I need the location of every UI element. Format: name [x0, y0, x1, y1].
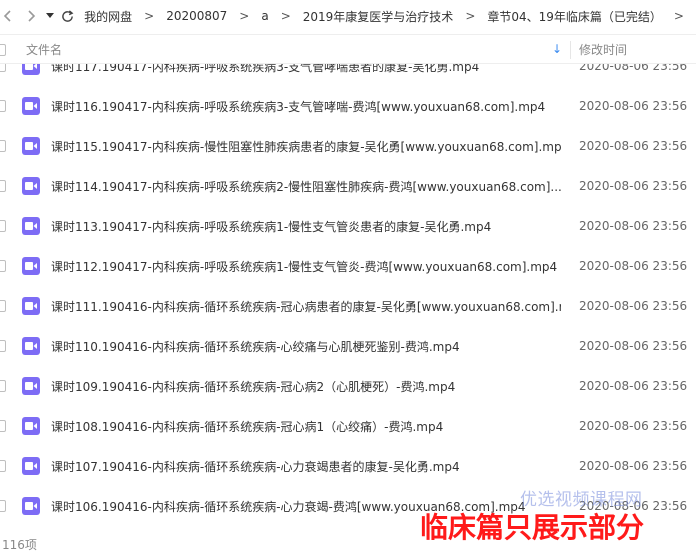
- row-checkbox[interactable]: [0, 64, 6, 72]
- column-divider[interactable]: [570, 41, 571, 59]
- breadcrumb: 我的网盘 > 20200807 > a > 2019年康复医学与治疗技术 > 章…: [84, 8, 696, 25]
- video-file-icon: [22, 417, 40, 435]
- file-row[interactable]: 课时115.190417-内科疾病-慢性阻塞性肺疾病患者的康复-吴化勇[www.…: [0, 126, 696, 166]
- video-file-icon: [22, 257, 40, 275]
- row-checkbox[interactable]: [0, 180, 6, 192]
- row-checkbox[interactable]: [0, 100, 6, 112]
- toolbar: 我的网盘 > 20200807 > a > 2019年康复医学与治疗技术 > 章…: [0, 0, 696, 32]
- file-modified-date: 2020-08-06 23:56: [579, 99, 688, 113]
- row-checkbox[interactable]: [0, 300, 6, 312]
- breadcrumb-item[interactable]: 章节04、19年临床篇（已完结）: [487, 8, 662, 25]
- file-list: 课时117.190417-内科疾病-呼吸系统疾病3-支气管哮喘患者的康复-吴化勇…: [0, 64, 696, 526]
- file-row[interactable]: 课时110.190416-内科疾病-循环系统疾病-心绞痛与心肌梗死鉴别-费鸿.m…: [0, 326, 696, 366]
- file-row[interactable]: 课时116.190417-内科疾病-呼吸系统疾病3-支气管哮喘-费鸿[www.y…: [0, 86, 696, 126]
- row-checkbox[interactable]: [0, 140, 6, 152]
- chevron-right-icon: >: [673, 9, 684, 23]
- column-header-name[interactable]: 文件名: [26, 41, 62, 58]
- file-row[interactable]: 课时107.190416-内科疾病-循环系统疾病-心力衰竭患者的康复-吴化勇.m…: [0, 446, 696, 486]
- row-checkbox[interactable]: [0, 260, 6, 272]
- breadcrumb-item[interactable]: 20200807: [166, 9, 227, 23]
- file-modified-date: 2020-08-06 23:56: [579, 259, 688, 273]
- file-name[interactable]: 课时114.190417-内科疾病-呼吸系统疾病2-慢性阻塞性肺疾病-费鸿[ww…: [51, 178, 561, 195]
- row-checkbox[interactable]: [0, 460, 6, 472]
- file-modified-date: 2020-08-06 23:56: [579, 299, 688, 313]
- refresh-icon[interactable]: [61, 0, 75, 32]
- video-file-icon: [22, 97, 40, 115]
- file-row[interactable]: 课时108.190416-内科疾病-循环系统疾病-冠心病1（心绞痛）-费鸿.mp…: [0, 406, 696, 446]
- breadcrumb-item[interactable]: 我的网盘: [84, 8, 132, 25]
- video-file-icon: [22, 137, 40, 155]
- select-all-checkbox[interactable]: [0, 44, 6, 56]
- video-file-icon: [22, 177, 40, 195]
- breadcrumb-item[interactable]: a: [261, 9, 268, 23]
- file-row[interactable]: 课时112.190417-内科疾病-呼吸系统疾病1-慢性支气管炎-费鸿[www.…: [0, 246, 696, 286]
- file-row[interactable]: 课时113.190417-内科疾病-呼吸系统疾病1-慢性支气管炎患者的康复-吴化…: [0, 206, 696, 246]
- file-name[interactable]: 课时110.190416-内科疾病-循环系统疾病-心绞痛与心肌梗死鉴别-费鸿.m…: [51, 338, 460, 355]
- column-header: 文件名 ↓ 修改时间: [0, 34, 696, 64]
- file-row[interactable]: 课时114.190417-内科疾病-呼吸系统疾病2-慢性阻塞性肺疾病-费鸿[ww…: [0, 166, 696, 206]
- video-file-icon: [22, 297, 40, 315]
- row-checkbox[interactable]: [0, 420, 6, 432]
- chevron-right-icon: >: [239, 9, 250, 23]
- file-name[interactable]: 课时113.190417-内科疾病-呼吸系统疾病1-慢性支气管炎患者的康复-吴化…: [51, 218, 491, 235]
- video-file-icon: [22, 377, 40, 395]
- video-file-icon: [22, 457, 40, 475]
- row-checkbox[interactable]: [0, 220, 6, 232]
- file-name[interactable]: 课时115.190417-内科疾病-慢性阻塞性肺疾病患者的康复-吴化勇[www.…: [51, 138, 561, 155]
- breadcrumb-item[interactable]: 2019年康复医学与治疗技术: [303, 8, 454, 25]
- history-dropdown-icon[interactable]: [43, 0, 57, 32]
- file-row[interactable]: 课时117.190417-内科疾病-呼吸系统疾病3-支气管哮喘患者的康复-吴化勇…: [0, 64, 696, 86]
- column-header-date[interactable]: 修改时间: [579, 41, 627, 58]
- file-name[interactable]: 课时116.190417-内科疾病-呼吸系统疾病3-支气管哮喘-费鸿[www.y…: [51, 98, 545, 115]
- file-modified-date: 2020-08-06 23:56: [579, 419, 688, 433]
- file-row[interactable]: 课时109.190416-内科疾病-循环系统疾病-冠心病2（心肌梗死）-费鸿.m…: [0, 366, 696, 406]
- sort-down-arrow-icon[interactable]: ↓: [552, 42, 562, 56]
- file-name[interactable]: 课时117.190417-内科疾病-呼吸系统疾病3-支气管哮喘患者的康复-吴化勇…: [51, 64, 479, 75]
- file-name[interactable]: 课时111.190416-内科疾病-循环系统疾病-冠心病患者的康复-吴化勇[ww…: [51, 298, 561, 315]
- row-checkbox[interactable]: [0, 340, 6, 352]
- file-row[interactable]: 课时111.190416-内科疾病-循环系统疾病-冠心病患者的康复-吴化勇[ww…: [0, 286, 696, 326]
- file-name[interactable]: 课时107.190416-内科疾病-循环系统疾病-心力衰竭患者的康复-吴化勇.m…: [51, 458, 460, 475]
- file-modified-date: 2020-08-06 23:56: [579, 379, 688, 393]
- row-checkbox[interactable]: [0, 380, 6, 392]
- back-arrow-icon[interactable]: [0, 0, 14, 32]
- file-modified-date: 2020-08-06 23:56: [579, 459, 688, 473]
- video-file-icon: [22, 64, 40, 75]
- file-modified-date: 2020-08-06 23:56: [579, 219, 688, 233]
- file-modified-date: 2020-08-06 23:56: [579, 339, 688, 353]
- file-modified-date: 2020-08-06 23:56: [579, 139, 688, 153]
- row-checkbox[interactable]: [0, 500, 6, 512]
- file-name[interactable]: 课时109.190416-内科疾病-循环系统疾病-冠心病2（心肌梗死）-费鸿.m…: [51, 378, 455, 395]
- video-file-icon: [22, 337, 40, 355]
- file-modified-date: 2020-08-06 23:56: [579, 64, 688, 73]
- chevron-right-icon: >: [280, 9, 291, 23]
- item-count: 116项: [2, 538, 37, 552]
- chevron-right-icon: >: [144, 9, 155, 23]
- video-file-icon: [22, 217, 40, 235]
- video-file-icon: [22, 497, 40, 515]
- chevron-right-icon: >: [465, 9, 476, 23]
- file-name[interactable]: 课时112.190417-内科疾病-呼吸系统疾病1-慢性支气管炎-费鸿[www.…: [51, 258, 557, 275]
- file-modified-date: 2020-08-06 23:56: [579, 179, 688, 193]
- file-name[interactable]: 课时108.190416-内科疾病-循环系统疾病-冠心病1（心绞痛）-费鸿.mp…: [51, 418, 443, 435]
- forward-arrow-icon[interactable]: [26, 0, 40, 32]
- watermark-notice: 临床篇只展示部分: [420, 511, 645, 544]
